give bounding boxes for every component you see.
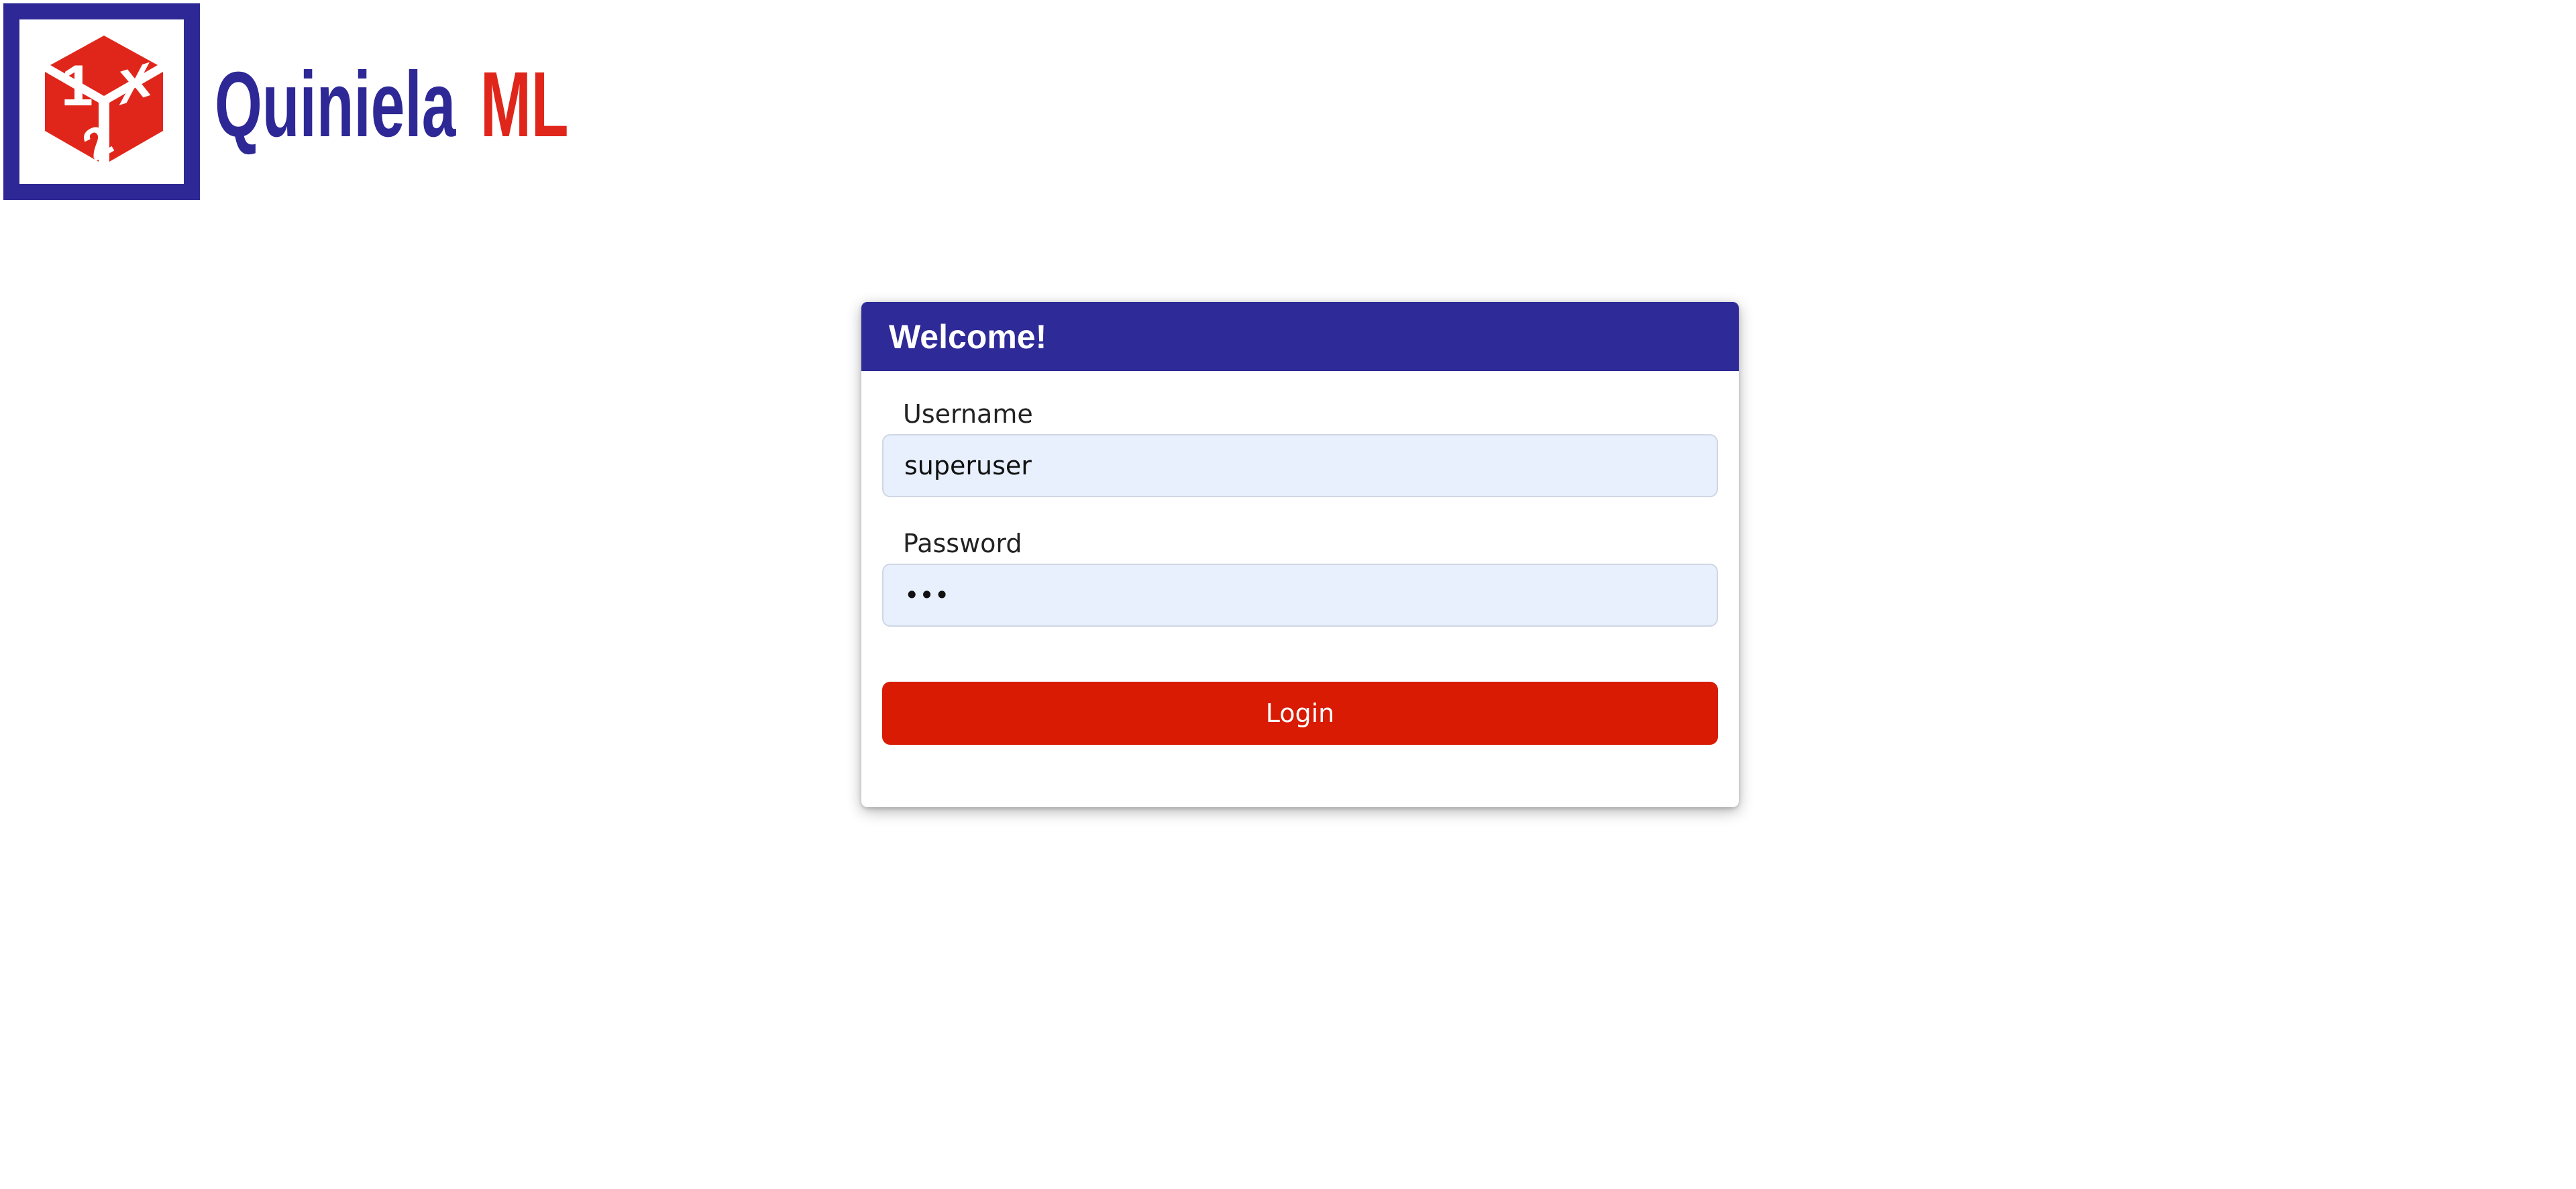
password-field[interactable] xyxy=(882,564,1718,627)
app-logo[interactable]: 1 X 2 Quiniela ML xyxy=(3,3,614,200)
login-button[interactable]: Login xyxy=(882,682,1718,745)
logo-text-accent: ML xyxy=(480,52,569,156)
svg-text:X: X xyxy=(119,51,151,115)
logo-wordmark: Quiniela ML xyxy=(215,58,614,151)
logo-text-primary: Quiniela xyxy=(215,52,456,156)
login-page: 1 X 2 Quiniela ML Welcome! Username Pass… xyxy=(0,0,2576,1189)
username-field[interactable] xyxy=(882,434,1718,497)
svg-text:1: 1 xyxy=(61,54,93,118)
logo-cube-icon: 1 X 2 xyxy=(3,3,200,200)
login-form-body: Username Password Login xyxy=(861,399,1739,745)
login-card-header: Welcome! xyxy=(861,302,1739,371)
password-label: Password xyxy=(903,529,1022,558)
username-label: Username xyxy=(903,399,1033,429)
login-card: Welcome! Username Password Login xyxy=(861,302,1739,807)
login-title: Welcome! xyxy=(889,317,1047,356)
